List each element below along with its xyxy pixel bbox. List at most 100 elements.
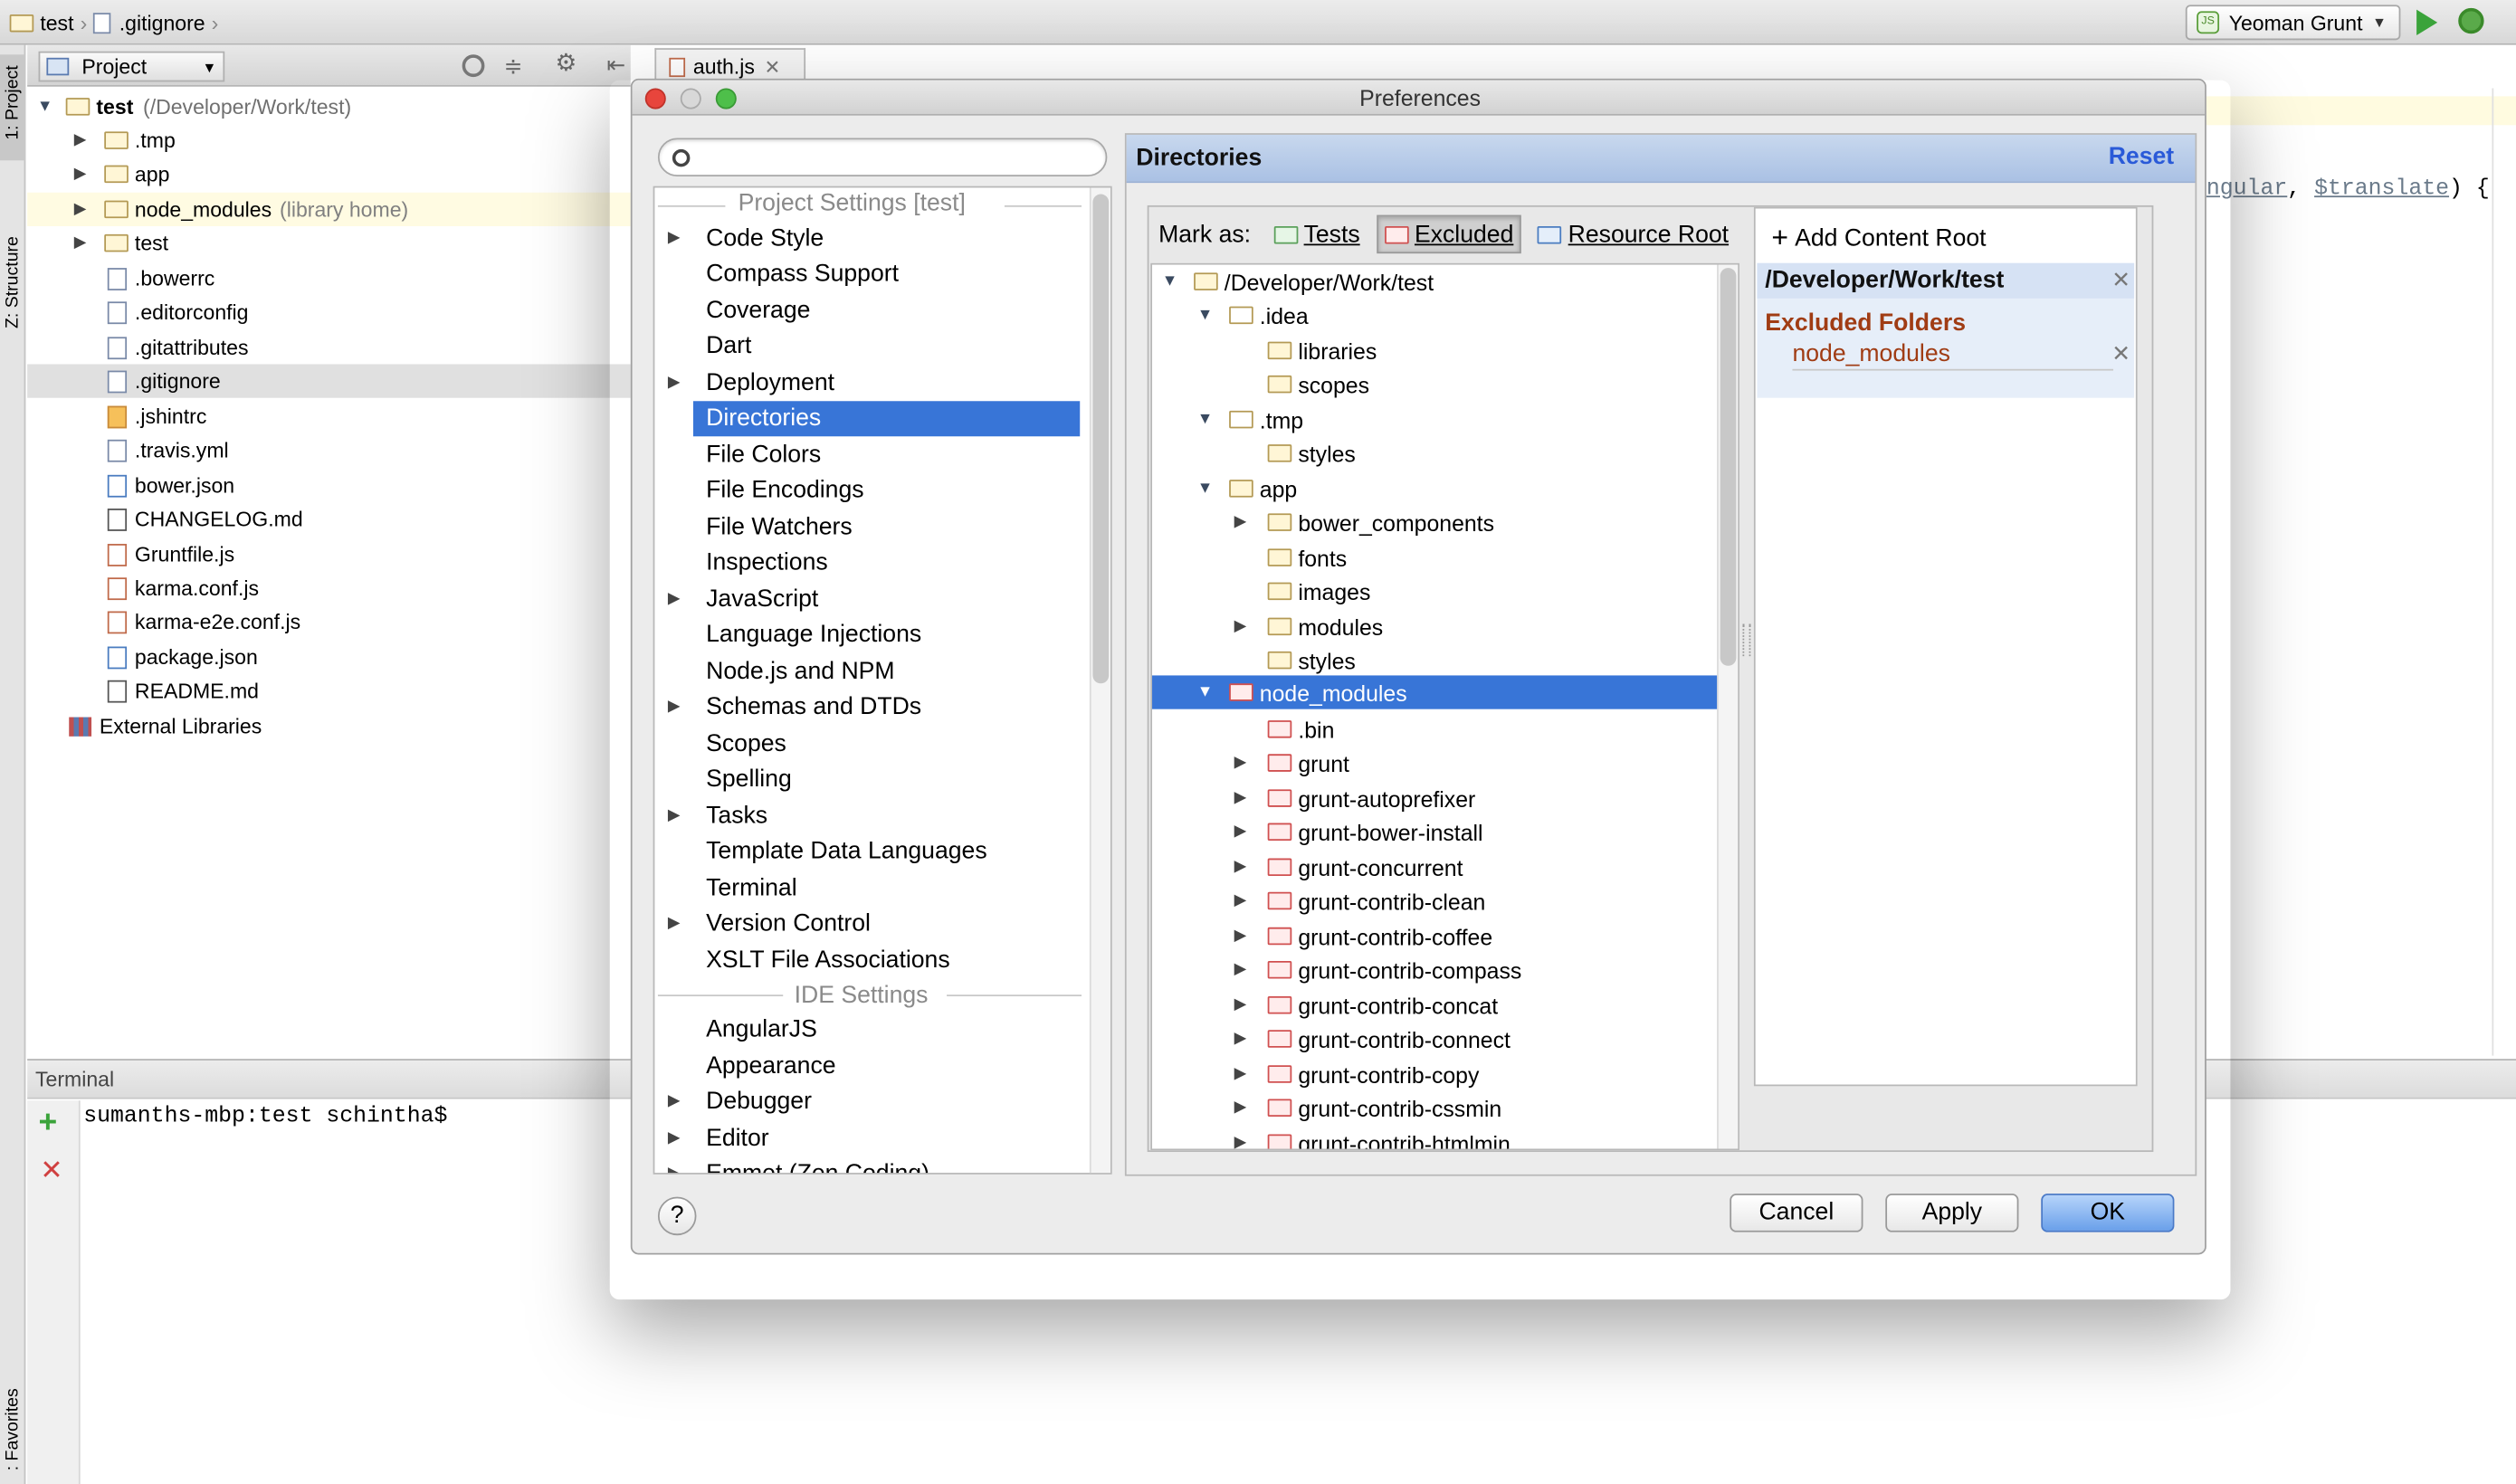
dir-libraries[interactable]: libraries (1267, 334, 1377, 367)
tree-item-gitattributes[interactable]: .gitattributes (107, 330, 249, 364)
settings-item-spelling[interactable]: Spelling (654, 761, 1088, 797)
tree-item-bower-json[interactable]: bower.json (107, 469, 234, 502)
settings-item-file-watchers[interactable]: File Watchers (654, 509, 1088, 545)
project-view-dropdown[interactable]: Project ▼ (38, 51, 225, 82)
tab-favorites-label[interactable]: : Favorites (4, 1372, 23, 1484)
tree-item-travis[interactable]: .travis.yml (107, 433, 229, 467)
dir-app[interactable]: ▼ app (1194, 471, 1297, 505)
tree-item-jshintrc[interactable]: .jshintrc (107, 399, 206, 433)
terminal-prompt[interactable]: sumanths-mbp:test schintha$ (83, 1104, 447, 1129)
dir-tmp-styles[interactable]: styles (1267, 436, 1356, 470)
ok-button[interactable]: OK (2041, 1194, 2175, 1232)
remove-content-root-icon[interactable]: ✕ (2111, 266, 2130, 293)
dir-idea[interactable]: ▼ .idea (1194, 299, 1309, 332)
settings-item-debugger[interactable]: ▶ Debugger (654, 1084, 1088, 1120)
settings-search[interactable] (657, 138, 1108, 177)
dir-grunt-contrib-concat[interactable]: ▶ grunt-contrib-concat (1229, 988, 1498, 1022)
settings-item-inspections[interactable]: Inspections (654, 545, 1088, 581)
settings-item-editor[interactable]: ▶ Editor (654, 1120, 1088, 1156)
tree-item-app[interactable]: ▶ app (69, 157, 170, 191)
close-icon[interactable]: ✕ (765, 55, 781, 78)
help-button[interactable]: ? (657, 1196, 697, 1236)
dir-grunt-contrib-connect[interactable]: ▶ grunt-contrib-connect (1229, 1022, 1511, 1055)
dir-tmp[interactable]: ▼ .tmp (1194, 403, 1303, 436)
tree-item-karma-conf[interactable]: karma.conf.js (107, 571, 259, 604)
dir-grunt-bower-install[interactable]: ▶ grunt-bower-install (1229, 815, 1483, 849)
excluded-folder-entry[interactable]: node_modules (1792, 340, 1950, 367)
reset-link[interactable]: Reset (2109, 143, 2174, 170)
dir-bower-components[interactable]: ▶ bower_components (1229, 505, 1494, 538)
hide-icon[interactable]: ⇤ (606, 52, 625, 77)
settings-item-terminal[interactable]: Terminal (654, 870, 1088, 906)
dir-grunt-contrib-cssmin[interactable]: ▶ grunt-contrib-cssmin (1229, 1091, 1502, 1125)
settings-item-scopes[interactable]: Scopes (654, 725, 1088, 761)
breadcrumb-item-gitignore[interactable]: .gitignore (119, 11, 205, 35)
tree-item-node-modules[interactable]: ▶ node_modules (library home) (69, 193, 408, 226)
tree-item-test[interactable]: ▶ test (69, 226, 168, 260)
tree-item-external-libraries[interactable]: External Libraries (69, 709, 262, 743)
settings-item-language-injections[interactable]: Language Injections (654, 617, 1088, 653)
locate-icon[interactable] (462, 54, 485, 78)
settings-item-javascript[interactable]: ▶ JavaScript (654, 581, 1088, 617)
dir-grunt-contrib-htmlmin[interactable]: ▶ grunt-contrib-htmlmin (1229, 1127, 1511, 1149)
dir-root[interactable]: ▼ /Developer/Work/test (1158, 265, 1434, 299)
dir-modules[interactable]: ▶ modules (1229, 610, 1384, 643)
add-terminal-icon[interactable]: + (39, 1107, 58, 1138)
search-input[interactable] (700, 145, 1085, 170)
dir-grunt-contrib-compass[interactable]: ▶ grunt-contrib-compass (1229, 953, 1522, 986)
tree-item-bowerrc[interactable]: .bowerrc (107, 262, 214, 295)
settings-item-deployment[interactable]: ▶ Deployment (654, 364, 1088, 400)
settings-item-appearance[interactable]: Appearance (654, 1048, 1088, 1084)
apply-button[interactable]: Apply (1885, 1194, 2019, 1232)
settings-item-compass[interactable]: Compass Support (654, 256, 1088, 292)
settings-scroll-thumb[interactable] (1092, 194, 1110, 684)
settings-item-coverage[interactable]: Coverage (654, 292, 1088, 328)
dir-grunt-contrib-copy[interactable]: ▶ grunt-contrib-copy (1229, 1057, 1480, 1090)
dir-grunt-autoprefixer[interactable]: ▶ grunt-autoprefixer (1229, 781, 1476, 814)
settings-item-xslt[interactable]: XSLT File Associations (654, 942, 1088, 978)
gear-icon[interactable]: ⚙ (555, 51, 577, 77)
tab-structure-label[interactable]: Z: Structure (4, 215, 23, 350)
collapse-icon[interactable]: ≑ (504, 54, 523, 77)
add-content-root-button[interactable]: + Add Content Root (1771, 222, 1986, 253)
dir-fonts[interactable]: fonts (1267, 541, 1347, 575)
splitter-handle[interactable] (1742, 623, 1751, 657)
settings-item-nodejs[interactable]: Node.js and NPM (654, 653, 1088, 690)
tree-root[interactable]: ▼ test (/Developer/Work/test) (33, 90, 351, 123)
dir-grunt-contrib-coffee[interactable]: ▶ grunt-contrib-coffee (1229, 919, 1492, 953)
dir-scopes[interactable]: scopes (1267, 367, 1369, 401)
dir-app-styles[interactable]: styles (1267, 643, 1356, 677)
tree-item-readme[interactable]: README.md (107, 674, 259, 708)
tree-item-gitignore[interactable]: .gitignore (107, 364, 221, 397)
settings-item-dart[interactable]: Dart (654, 328, 1088, 365)
settings-item-code-style[interactable]: ▶ Code Style (654, 220, 1088, 256)
settings-item-tasks[interactable]: ▶ Tasks (654, 797, 1088, 833)
dir-grunt[interactable]: ▶ grunt (1229, 746, 1349, 779)
close-terminal-icon[interactable]: ✕ (40, 1156, 62, 1187)
settings-item-emmet[interactable]: ▶ Emmet (Zen Coding) (654, 1156, 1088, 1173)
tree-item-package-json[interactable]: package.json (107, 640, 258, 673)
settings-item-schemas[interactable]: ▶ Schemas and DTDs (654, 690, 1088, 726)
settings-item-file-colors[interactable]: File Colors (654, 436, 1088, 472)
tree-item-gruntfile[interactable]: Gruntfile.js (107, 537, 234, 571)
cancel-button[interactable]: Cancel (1730, 1194, 1863, 1232)
run-config-select[interactable]: JS Yeoman Grunt ▼ (2185, 5, 2401, 41)
dir-grunt-concurrent[interactable]: ▶ grunt-concurrent (1229, 851, 1463, 884)
remove-excluded-icon[interactable]: ✕ (2111, 340, 2130, 367)
tree-item-tmp[interactable]: ▶ .tmp (69, 124, 176, 157)
dir-node-modules[interactable]: ▼ node_modules (1194, 675, 1407, 709)
settings-item-template-data[interactable]: Template Data Languages (654, 833, 1088, 870)
tree-item-editorconfig[interactable]: .editorconfig (107, 295, 249, 328)
tree-item-karma-e2e[interactable]: karma-e2e.conf.js (107, 604, 300, 638)
mark-resource-button[interactable]: Resource Root (1531, 215, 1735, 254)
debug-icon[interactable] (2458, 7, 2484, 34)
run-icon[interactable] (2416, 9, 2438, 36)
settings-item-file-encodings[interactable]: File Encodings (654, 472, 1088, 509)
mark-tests-button[interactable]: Tests (1267, 215, 1367, 254)
dir-images[interactable]: images (1267, 575, 1370, 608)
settings-item-directories[interactable]: Directories (692, 400, 1081, 437)
mark-excluded-button[interactable]: Excluded (1376, 214, 1522, 254)
tree-item-changelog[interactable]: CHANGELOG.md (107, 502, 303, 536)
settings-item-version-control[interactable]: ▶ Version Control (654, 906, 1088, 942)
settings-item-angularjs[interactable]: AngularJS (654, 1012, 1088, 1048)
